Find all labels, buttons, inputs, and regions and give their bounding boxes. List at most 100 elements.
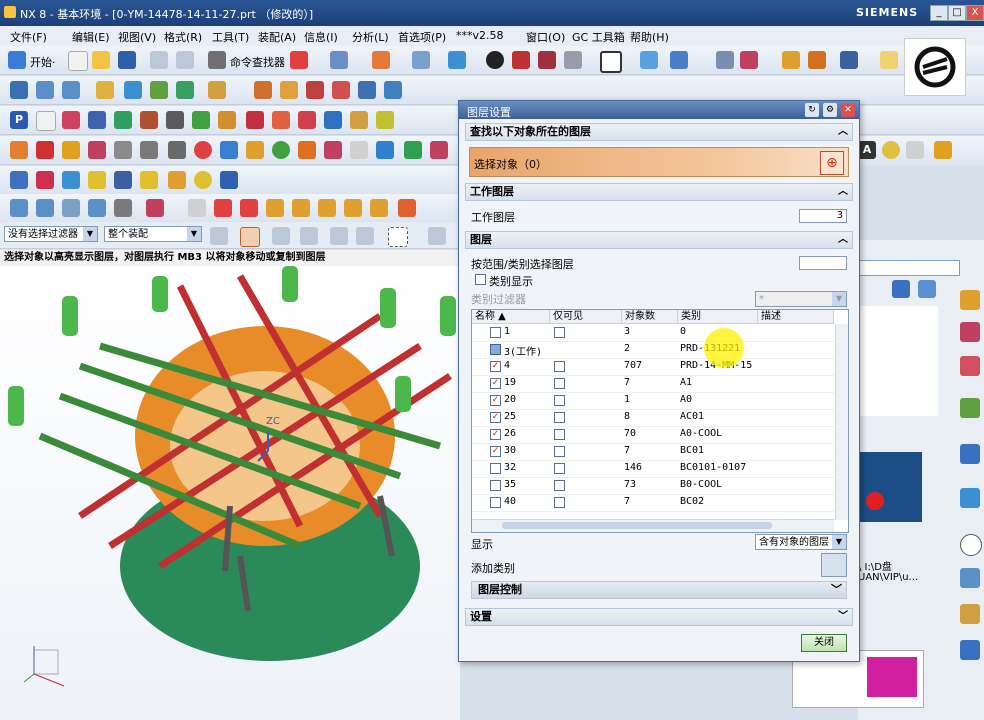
visible-only-checkbox[interactable] bbox=[554, 497, 565, 508]
rail-web-icon[interactable] bbox=[960, 444, 980, 464]
cut-icon[interactable] bbox=[62, 111, 80, 129]
layers2-icon[interactable] bbox=[62, 81, 80, 99]
seq6-icon[interactable] bbox=[398, 199, 416, 217]
gradient-icon[interactable] bbox=[246, 141, 264, 159]
yellow-box-icon[interactable] bbox=[140, 171, 158, 189]
ruler-icon[interactable] bbox=[880, 51, 898, 69]
lightning-icon[interactable] bbox=[934, 141, 952, 159]
visible-only-checkbox[interactable] bbox=[554, 378, 565, 389]
table-row[interactable]: ✓ 30 7 BC01 bbox=[472, 443, 834, 461]
col-object-count[interactable]: 对象数 bbox=[622, 310, 678, 324]
mirror-icon[interactable] bbox=[140, 111, 158, 129]
rail-list-icon[interactable] bbox=[960, 568, 980, 588]
stack-a-icon[interactable] bbox=[10, 199, 28, 217]
snap-point-icon[interactable] bbox=[240, 227, 260, 247]
folder-icon[interactable] bbox=[88, 171, 106, 189]
menu-analysis[interactable]: 分析(L) bbox=[352, 29, 389, 45]
col-description[interactable]: 描述 bbox=[758, 310, 834, 324]
maximize-button[interactable]: □ bbox=[948, 5, 966, 21]
arrows-icon[interactable] bbox=[324, 111, 342, 129]
redo-icon[interactable] bbox=[176, 51, 194, 69]
shade-icon[interactable] bbox=[486, 51, 504, 69]
doc-icon[interactable] bbox=[36, 111, 56, 131]
selection-filter-dropdown[interactable]: 没有选择过滤器 ▼ bbox=[4, 226, 98, 242]
tiger-icon[interactable] bbox=[166, 111, 184, 129]
stack-icon[interactable] bbox=[306, 81, 324, 99]
t-icon[interactable] bbox=[272, 111, 290, 129]
moon-icon[interactable] bbox=[194, 171, 212, 189]
menu-info[interactable]: 信息(I) bbox=[304, 29, 338, 45]
move-icon[interactable] bbox=[124, 81, 142, 99]
measure-icon[interactable] bbox=[782, 51, 800, 69]
gray2-icon[interactable] bbox=[140, 141, 158, 159]
menu-help[interactable]: 帮助(H) bbox=[630, 29, 669, 45]
orient-icon[interactable] bbox=[670, 51, 688, 69]
layer-select-checkbox[interactable] bbox=[490, 327, 501, 338]
tree-icon[interactable] bbox=[150, 81, 168, 99]
inch-icon[interactable] bbox=[36, 171, 54, 189]
split-icon[interactable] bbox=[114, 111, 132, 129]
visible-only-checkbox[interactable] bbox=[554, 395, 565, 406]
visible-only-checkbox[interactable] bbox=[554, 429, 565, 440]
hat-icon[interactable] bbox=[62, 141, 80, 159]
quick-icon[interactable] bbox=[10, 171, 28, 189]
wire-cube-icon[interactable] bbox=[538, 51, 556, 69]
snap-center-icon[interactable] bbox=[330, 227, 348, 245]
tree2-icon[interactable] bbox=[146, 199, 164, 217]
menu-file[interactable]: 文件(F) bbox=[10, 29, 47, 45]
shape-icon[interactable] bbox=[412, 51, 430, 69]
open-folder-icon[interactable] bbox=[92, 51, 110, 69]
list-icon[interactable] bbox=[332, 81, 350, 99]
mold-icon[interactable] bbox=[208, 81, 226, 99]
section-find-layers[interactable]: 查找以下对象所在的图层 ︿ bbox=[465, 123, 853, 141]
close-icon[interactable]: ✕ bbox=[841, 103, 855, 117]
sort-icon[interactable] bbox=[298, 111, 316, 129]
panel-view-icon[interactable] bbox=[918, 280, 936, 298]
snap-quad-icon[interactable] bbox=[356, 227, 374, 245]
rail-books-icon[interactable] bbox=[960, 398, 980, 418]
snap-end-icon[interactable] bbox=[272, 227, 290, 245]
menu-preferences[interactable]: 首选项(P) bbox=[398, 29, 446, 45]
close-window-button[interactable]: X bbox=[966, 5, 984, 21]
range-select-input[interactable] bbox=[799, 256, 847, 270]
brush-icon[interactable] bbox=[324, 141, 342, 159]
rail-assembly-icon[interactable] bbox=[960, 290, 980, 310]
visible-only-checkbox[interactable] bbox=[554, 412, 565, 423]
table-row[interactable]: ✓ 19 7 A1 bbox=[472, 375, 834, 393]
red-cube-icon[interactable] bbox=[36, 141, 54, 159]
visible-only-checkbox[interactable] bbox=[554, 463, 565, 474]
visible-only-checkbox[interactable] bbox=[554, 361, 565, 372]
visible-only-checkbox[interactable] bbox=[554, 327, 565, 338]
num-icon[interactable] bbox=[220, 171, 238, 189]
p-icon[interactable]: P bbox=[10, 111, 28, 129]
new-file-icon[interactable] bbox=[68, 51, 88, 71]
fan-icon[interactable] bbox=[88, 141, 106, 159]
table-horizontal-scrollbar[interactable] bbox=[472, 519, 834, 532]
seq4-icon[interactable] bbox=[344, 199, 362, 217]
stack-c-icon[interactable] bbox=[62, 199, 80, 217]
col-visible-only[interactable]: 仅可见 bbox=[550, 310, 622, 324]
col-name[interactable]: 名称 ▲ bbox=[472, 310, 550, 324]
table-row[interactable]: ✓ 25 8 AC01 bbox=[472, 409, 834, 427]
stack-d-icon[interactable] bbox=[88, 199, 106, 217]
target-icon[interactable] bbox=[194, 141, 212, 159]
panel-list[interactable] bbox=[858, 306, 938, 416]
nav-icon[interactable] bbox=[840, 51, 858, 69]
menu-assembly[interactable]: 装配(A) bbox=[258, 29, 296, 45]
render-cube-icon[interactable] bbox=[512, 51, 530, 69]
col-category[interactable]: 类别 bbox=[678, 310, 758, 324]
undo-icon[interactable] bbox=[150, 51, 168, 69]
table-row[interactable]: ✓ 20 1 A0 bbox=[472, 392, 834, 410]
blue-cube-icon[interactable] bbox=[220, 141, 238, 159]
add-category-icon[interactable] bbox=[821, 553, 847, 577]
minimize-button[interactable]: _ bbox=[930, 5, 948, 21]
table-icon[interactable] bbox=[358, 81, 376, 99]
stack-b-icon[interactable] bbox=[36, 199, 54, 217]
orange-icon[interactable] bbox=[298, 141, 316, 159]
table-vertical-scrollbar[interactable] bbox=[835, 324, 848, 520]
menu-view[interactable]: 视图(V) bbox=[118, 29, 156, 45]
work-layer-icon[interactable] bbox=[490, 344, 501, 355]
merge-icon[interactable] bbox=[88, 111, 106, 129]
snap-icon[interactable] bbox=[372, 51, 390, 69]
display-dropdown[interactable]: 含有对象的图层 ▼ bbox=[755, 534, 847, 550]
